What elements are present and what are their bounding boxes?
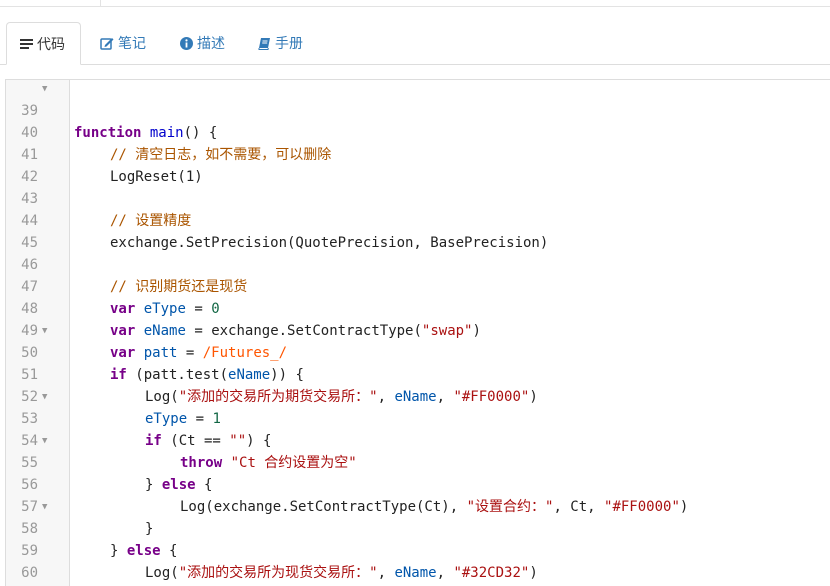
top-strip-notch (0, 0, 101, 7)
code-line: 55 ▼ } else { (6, 430, 830, 493)
code-line: 59 Log("添加的交易所为现货交易所：", eName, "#32CD32"… (6, 518, 830, 581)
top-strip (0, 0, 830, 7)
code-line: 57 } (6, 474, 830, 537)
code-line: 44 exchange.SetPrecision(QuotePrecision,… (6, 188, 830, 251)
code-line: 42 (6, 144, 830, 185)
tab-manual-label: 手册 (275, 35, 303, 51)
code-line: 45 (6, 210, 830, 251)
code-line: 51 Log("添加的交易所为期货交易所：", eName, "#FF0000"… (6, 342, 830, 405)
tab-description-label: 描述 (197, 35, 225, 51)
code-line: 43 // 设置精度 (6, 166, 830, 229)
tab-bar: 代码 笔记 描述 手册 (0, 22, 830, 65)
tab-notes-label: 笔记 (118, 35, 146, 51)
fold-arrow-icon[interactable]: ▼ (42, 320, 47, 342)
list-icon (20, 38, 33, 49)
code-line: 52 eType = 1 (6, 364, 830, 427)
fold-arrow-icon[interactable]: ▼ (42, 496, 47, 518)
tab-notes[interactable]: 笔记 (100, 22, 146, 64)
code-line: 47 var eType = 0 (6, 254, 830, 317)
code-line: 40 // 清空日志，如不需要，可以删除 (6, 100, 830, 163)
fold-arrow-icon[interactable]: ▼ (42, 430, 47, 452)
code-line: 56 Log(exchange.SetContractType(Ct), "设置… (6, 452, 830, 515)
code-line: 54 throw "Ct 合约设置为空" (6, 408, 830, 471)
fold-arrow-icon[interactable]: ▼ (42, 386, 47, 408)
code-editor[interactable]: 39 ▼ function main() { 40 // 清空日志，如不需要，可以… (5, 79, 830, 586)
code-line: 49 var patt = /Futures_/ (6, 298, 830, 361)
code-line: 50 ▼ if (patt.test(eName)) { (6, 320, 830, 383)
code-line: 60 } (6, 540, 830, 581)
code-line: 48 var eName = exchange.SetContractType(… (6, 276, 830, 339)
fold-arrow-icon[interactable]: ▼ (42, 80, 47, 100)
code-line: 61 (6, 562, 830, 584)
edit-icon (100, 37, 114, 50)
code-line: 46 // 识别期货还是现货 (6, 232, 830, 295)
book-icon (258, 37, 270, 50)
tab-description[interactable]: 描述 (180, 22, 225, 64)
tab-code[interactable]: 代码 (6, 22, 81, 65)
code-line: 41 LogReset(1) (6, 122, 830, 185)
tab-code-label: 代码 (37, 35, 65, 52)
info-icon (180, 36, 193, 50)
code-line: 58 ▼ } else { (6, 496, 830, 559)
code-line: 39 ▼ function main() { (6, 80, 830, 141)
code-line: 53 ▼ if (Ct == "") { (6, 386, 830, 449)
tab-manual[interactable]: 手册 (258, 22, 303, 64)
